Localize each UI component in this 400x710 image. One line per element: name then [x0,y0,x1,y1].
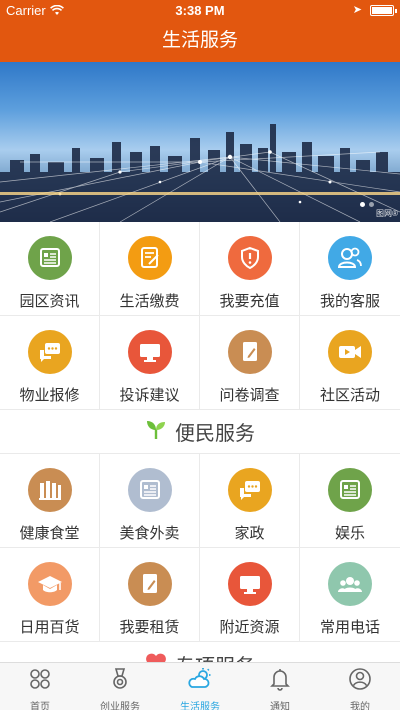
service-item-label: 园区资讯 [19,293,80,310]
monitor-icon [127,330,172,374]
service-item-label: 常用电话 [319,619,380,636]
survey-icon [227,330,272,374]
group-icon [328,562,372,606]
service-item-label: 家政 [234,525,265,542]
service-item[interactable]: 美食外卖 [100,454,200,548]
service-item-label: 生活缴费 [119,293,180,310]
page-title: 生活服务 [0,20,400,62]
customer-service-icon [328,236,372,280]
news-icon [328,468,372,512]
books-icon [27,468,72,512]
service-item-label: 健康食堂 [19,525,80,542]
tab-label: 创业服务 [100,702,140,710]
graduation-cap-icon [27,562,72,606]
service-item-label: 投诉建议 [119,387,180,404]
banner-watermark: 图网® [376,209,398,218]
home-grid-icon [28,667,52,696]
banner-carousel[interactable] [0,62,400,222]
video-icon [328,330,372,374]
service-item-label: 问卷调查 [219,387,280,404]
service-item[interactable]: 健康食堂 [0,454,100,548]
service-item[interactable]: 我的客服 [300,222,400,316]
tab-item[interactable]: 生活服务 [160,663,240,710]
tab-label: 我的 [350,702,370,710]
service-item[interactable]: 投诉建议 [100,316,200,410]
service-item[interactable]: 我要充值 [200,222,300,316]
section-header-convenience: 便民服务 [0,410,400,454]
service-item[interactable]: 娱乐 [300,454,400,548]
service-item-label: 美食外卖 [119,525,180,542]
shield-alert-icon [227,236,272,280]
monitor-icon [227,562,272,606]
battery-icon [370,5,397,16]
carousel-dot[interactable] [360,202,365,207]
service-item-label: 我的客服 [319,293,380,310]
service-item[interactable]: 物业报修 [0,316,100,410]
status-bar: Carrier 3:38 PM ➤ [0,0,400,20]
tab-item[interactable]: 首页 [0,663,80,710]
service-item[interactable]: 生活缴费 [100,222,200,316]
survey-icon [127,562,172,606]
service-item[interactable]: 家政 [200,454,300,548]
service-item-label: 附近资源 [219,619,280,636]
tab-label: 首页 [30,702,50,710]
service-item-label: 日用百货 [19,619,80,636]
service-item[interactable]: 日用百货 [0,548,100,642]
medal-icon [108,667,132,696]
tab-item[interactable]: 创业服务 [80,663,160,710]
service-item-label: 娱乐 [334,525,365,542]
service-item-label: 我要充值 [219,293,280,310]
carousel-dot[interactable] [369,202,374,207]
service-item-label: 物业报修 [19,387,80,404]
service-grid-convenience: 健康食堂 美食外卖 家政 娱乐日用百货 我要租赁 附近资源 常用电话 [0,454,400,642]
tab-item[interactable]: 我的 [320,663,400,710]
service-item[interactable]: 常用电话 [300,548,400,642]
chat-icon [227,468,272,512]
service-item[interactable]: 我要租赁 [100,548,200,642]
service-item[interactable]: 园区资讯 [0,222,100,316]
service-item-label: 我要租赁 [119,619,180,636]
cloud-sun-icon [187,667,213,696]
bottom-tab-bar: 首页 创业服务 生活服务 通知 我的 [0,662,400,710]
service-grid-main: 园区资讯 生活缴费 我要充值 我的客服物业报修 投诉建议 问卷调查 社区活动 [0,222,400,410]
carousel-indicator[interactable] [360,202,374,207]
sprout-icon [145,418,167,445]
service-item[interactable]: 社区活动 [300,316,400,410]
news-icon [27,236,72,280]
service-item-label: 社区活动 [319,387,380,404]
bell-icon [268,667,292,696]
tab-item[interactable]: 通知 [240,663,320,710]
profile-icon [348,667,372,696]
tab-label: 通知 [270,702,290,710]
clock: 3:38 PM [175,3,225,18]
service-item[interactable]: 附近资源 [200,548,300,642]
tab-label: 生活服务 [180,702,220,710]
location-arrow-icon: ➤ [352,4,362,16]
service-item[interactable]: 问卷调查 [200,316,300,410]
bill-icon [127,236,172,280]
chat-icon [27,330,72,374]
section-title: 便民服务 [175,423,255,445]
news-icon [127,468,172,512]
